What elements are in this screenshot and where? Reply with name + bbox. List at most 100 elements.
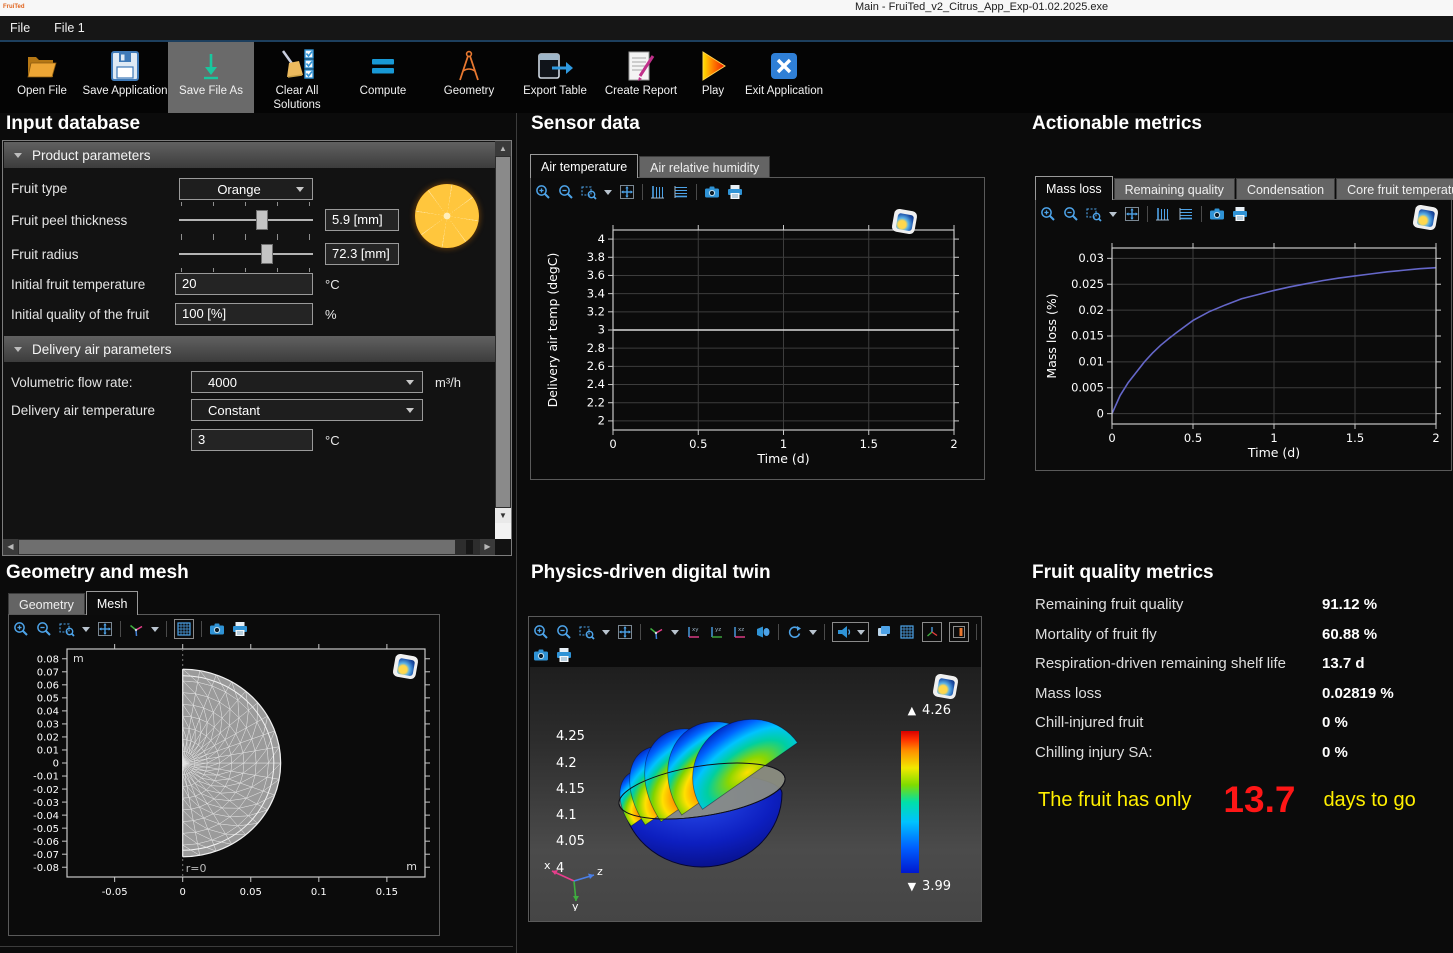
fruit-radius-slider[interactable] bbox=[179, 243, 313, 265]
tab-remaining-quality[interactable]: Remaining quality bbox=[1114, 178, 1235, 200]
save-application-button[interactable]: Save Application bbox=[82, 42, 168, 113]
zoom-extents-icon[interactable] bbox=[1124, 206, 1140, 222]
zoom-in-icon[interactable] bbox=[1040, 206, 1056, 222]
chevron-down-icon[interactable] bbox=[602, 630, 610, 635]
delivery-temp-select[interactable]: Constant bbox=[191, 399, 423, 421]
chevron-down-icon[interactable] bbox=[151, 627, 159, 632]
zoom-extents-icon[interactable] bbox=[619, 184, 635, 200]
colorbar-tick-label: 4 bbox=[556, 861, 953, 876]
zoom-extents-icon[interactable] bbox=[97, 621, 113, 637]
print-icon[interactable] bbox=[556, 647, 572, 663]
tab-air-relative-humidity[interactable]: Air relative humidity bbox=[639, 156, 770, 178]
print-icon[interactable] bbox=[1232, 206, 1248, 222]
slider-thumb[interactable] bbox=[261, 244, 273, 264]
open-file-button[interactable]: Open File bbox=[2, 42, 82, 113]
zoom-in-icon[interactable] bbox=[533, 624, 549, 640]
scrollbar-thumb[interactable] bbox=[496, 157, 510, 507]
zoom-box-icon[interactable] bbox=[59, 621, 75, 637]
slider-thumb[interactable] bbox=[256, 210, 268, 230]
snapshot-icon[interactable] bbox=[1209, 206, 1225, 222]
zoom-in-icon[interactable] bbox=[13, 621, 29, 637]
scrollbar-thumb[interactable] bbox=[19, 540, 455, 554]
svg-text:0.02: 0.02 bbox=[1078, 303, 1104, 317]
view-xz-icon[interactable] bbox=[732, 624, 748, 640]
snapshot-icon[interactable] bbox=[209, 621, 225, 637]
tab-mass-loss[interactable]: Mass loss bbox=[1035, 176, 1113, 200]
collapse-icon bbox=[14, 153, 22, 158]
digital-twin-scene[interactable]: ▲4.26 4.254.24.154.14.054 ▼3.99 x y z bbox=[530, 667, 981, 921]
view-orientation-icon[interactable] bbox=[648, 624, 664, 640]
initial-temp-input[interactable]: 20 bbox=[175, 273, 313, 295]
grid-toggle-icon[interactable] bbox=[899, 624, 915, 640]
zoom-box-icon[interactable] bbox=[579, 624, 595, 640]
delivery-temp-input[interactable]: 3 bbox=[191, 429, 313, 451]
rotate-icon[interactable] bbox=[786, 624, 802, 640]
quality-row-value: 60.88 % bbox=[1322, 626, 1377, 643]
chevron-down-icon[interactable] bbox=[671, 630, 679, 635]
y-axis-grid-icon[interactable] bbox=[1155, 206, 1171, 222]
environment-icon[interactable] bbox=[876, 624, 892, 640]
zoom-extents-icon[interactable] bbox=[617, 624, 633, 640]
horizontal-scrollbar[interactable]: ◀ ▶ bbox=[3, 539, 495, 555]
clear-all-solutions-button[interactable]: Clear All Solutions bbox=[254, 42, 340, 113]
x-axis-grid-icon[interactable] bbox=[673, 184, 689, 200]
flow-rate-select[interactable]: 4000 bbox=[191, 371, 423, 393]
vertical-scrollbar[interactable]: ▲ ▼ bbox=[495, 141, 511, 539]
view-xy-icon[interactable] bbox=[686, 624, 702, 640]
svg-text:3.2: 3.2 bbox=[587, 305, 605, 319]
zoom-out-icon[interactable] bbox=[36, 621, 52, 637]
zoom-box-icon[interactable] bbox=[1086, 206, 1102, 222]
tab-condensation[interactable]: Condensation bbox=[1236, 178, 1335, 200]
tab-geometry[interactable]: Geometry bbox=[8, 593, 85, 615]
initial-quality-input[interactable]: 100 [%] bbox=[175, 303, 313, 325]
snapshot-icon[interactable] bbox=[704, 184, 720, 200]
zoom-out-icon[interactable] bbox=[558, 184, 574, 200]
tab-core-fruit-temperature[interactable]: Core fruit temperature bbox=[1336, 178, 1453, 200]
tab-mesh[interactable]: Mesh bbox=[86, 591, 139, 615]
chevron-down-icon[interactable] bbox=[857, 630, 865, 635]
exit-application-button[interactable]: Exit Application bbox=[742, 42, 826, 113]
delivery-temp-label: Delivery air temperature bbox=[11, 403, 155, 418]
quality-row-value: 0.02819 % bbox=[1322, 685, 1394, 702]
perspective-icon[interactable] bbox=[755, 624, 771, 640]
peel-thickness-value[interactable]: 5.9 [mm] bbox=[325, 209, 399, 231]
geometry-button[interactable]: Geometry bbox=[426, 42, 512, 113]
play-button[interactable]: Play bbox=[684, 42, 742, 113]
fruit-radius-value[interactable]: 72.3 [mm] bbox=[325, 243, 399, 265]
snapshot-icon[interactable] bbox=[533, 647, 549, 663]
chevron-down-icon[interactable] bbox=[809, 630, 817, 635]
zoom-box-icon[interactable] bbox=[581, 184, 597, 200]
x-axis-grid-icon[interactable] bbox=[1178, 206, 1194, 222]
axes-toggle-icon[interactable] bbox=[924, 624, 940, 640]
scroll-up-icon[interactable]: ▲ bbox=[495, 141, 511, 156]
grid-toggle-icon[interactable] bbox=[176, 621, 192, 637]
compute-button[interactable]: Compute bbox=[340, 42, 426, 113]
scroll-right-icon[interactable]: ▶ bbox=[480, 539, 495, 555]
create-report-button[interactable]: Create Report bbox=[598, 42, 684, 113]
print-icon[interactable] bbox=[232, 621, 248, 637]
section-delivery-air-parameters[interactable]: Delivery air parameters bbox=[4, 336, 496, 362]
menu-file[interactable]: File bbox=[10, 21, 30, 35]
fruit-type-select[interactable]: Orange bbox=[179, 178, 313, 200]
save-file-as-button[interactable]: Save File As bbox=[168, 42, 254, 113]
view-yz-icon[interactable] bbox=[709, 624, 725, 640]
peel-thickness-slider[interactable] bbox=[179, 209, 313, 231]
clip-plane-icon[interactable] bbox=[951, 624, 967, 640]
section-product-parameters[interactable]: Product parameters bbox=[4, 142, 496, 168]
chevron-down-icon[interactable] bbox=[604, 190, 612, 195]
print-icon[interactable] bbox=[727, 184, 743, 200]
zoom-in-icon[interactable] bbox=[535, 184, 551, 200]
scroll-left-icon[interactable]: ◀ bbox=[3, 539, 18, 555]
y-axis-grid-icon[interactable] bbox=[650, 184, 666, 200]
chevron-down-icon[interactable] bbox=[1109, 212, 1117, 217]
export-table-button[interactable]: Export Table bbox=[512, 42, 598, 113]
menu-file1[interactable]: File 1 bbox=[54, 21, 85, 35]
zoom-out-icon[interactable] bbox=[1063, 206, 1079, 222]
scroll-down-icon[interactable]: ▼ bbox=[495, 508, 511, 523]
zoom-out-icon[interactable] bbox=[556, 624, 572, 640]
view-orientation-icon[interactable] bbox=[128, 621, 144, 637]
chevron-down-icon[interactable] bbox=[82, 627, 90, 632]
tab-air-temperature[interactable]: Air temperature bbox=[530, 154, 638, 178]
scene-light-icon[interactable] bbox=[836, 624, 852, 640]
sensor-chart: 00.511.5222.22.42.62.833.23.43.63.84Time… bbox=[533, 208, 970, 481]
